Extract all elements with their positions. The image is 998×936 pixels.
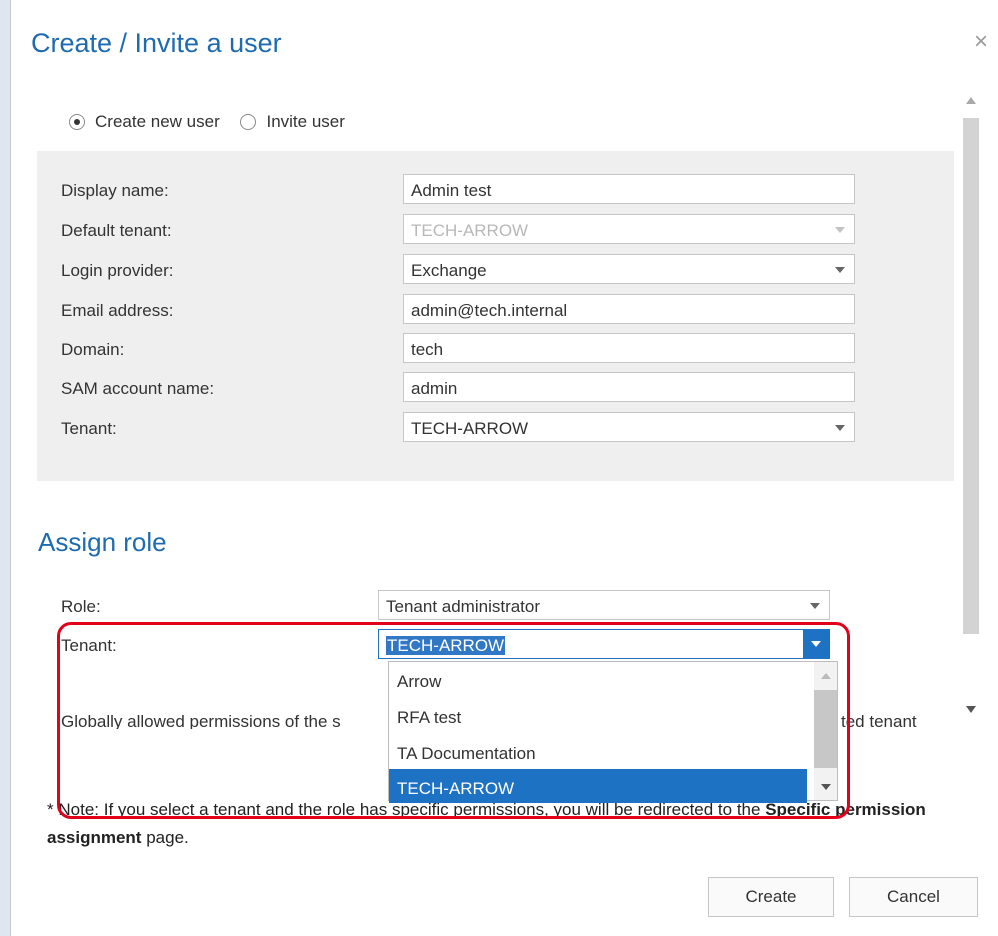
chevron-down-icon[interactable] (810, 603, 820, 609)
mode-radio-group: Create new user Invite user (69, 112, 361, 135)
scroll-up-arrow-icon[interactable] (966, 97, 976, 104)
dialog-title: Create / Invite a user (31, 28, 282, 58)
login-provider-row: Login provider: Exchange (61, 254, 941, 288)
login-provider-select[interactable]: Exchange (403, 254, 855, 284)
create-button[interactable]: Create (708, 877, 834, 917)
display-name-row: Display name: Admin test (61, 174, 941, 208)
radio-create-new-user[interactable]: Create new user (69, 112, 220, 132)
sam-account-row: SAM account name: admin (61, 372, 941, 406)
display-name-label: Display name: (61, 181, 169, 200)
login-provider-label: Login provider: (61, 261, 174, 280)
tenant-row: Tenant: TECH-ARROW (61, 412, 941, 446)
chevron-down-icon[interactable] (835, 425, 845, 431)
tenant-value: TECH-ARROW (411, 419, 529, 438)
chevron-down-icon (835, 227, 845, 233)
email-field[interactable]: admin@tech.internal (403, 294, 855, 324)
role-label: Role: (61, 597, 101, 616)
role-select[interactable]: Tenant administrator (378, 590, 830, 620)
radio-unselected-icon[interactable] (240, 114, 257, 130)
default-tenant-value: TECH-ARROW (411, 221, 529, 240)
tenant-select[interactable]: TECH-ARROW (403, 412, 855, 442)
sam-account-field[interactable]: admin (403, 372, 855, 402)
email-row: Email address: admin@tech.internal (61, 294, 941, 328)
scrollbar-thumb[interactable] (963, 118, 979, 634)
global-permissions-text-right: ted tenant (841, 715, 917, 729)
radio-label-invite: Invite user (266, 112, 345, 131)
domain-field[interactable]: tech (403, 333, 855, 363)
note-marker: * (47, 800, 54, 819)
login-provider-value: Exchange (411, 261, 487, 280)
sam-account-label: SAM account name: (61, 379, 215, 398)
radio-label-create: Create new user (95, 112, 220, 131)
chevron-down-icon[interactable] (835, 267, 845, 273)
create-invite-user-dialog: Create / Invite a user × Create new user… (10, 0, 998, 936)
domain-label: Domain: (61, 340, 125, 359)
close-icon[interactable]: × (974, 30, 988, 54)
radio-selected-icon[interactable] (69, 114, 85, 130)
domain-row: Domain: tech (61, 333, 941, 367)
note-suffix: page. (141, 828, 189, 847)
radio-invite-user[interactable]: Invite user (240, 112, 345, 132)
default-tenant-row: Default tenant: TECH-ARROW (61, 214, 941, 248)
assign-role-heading: Assign role (38, 527, 167, 557)
scroll-down-arrow-icon[interactable] (966, 706, 976, 713)
default-tenant-select: TECH-ARROW (403, 214, 855, 244)
tenant-label: Tenant: (61, 419, 117, 438)
default-tenant-label: Default tenant: (61, 221, 172, 240)
email-label: Email address: (61, 301, 174, 320)
user-details-panel: Display name: Admin test Default tenant:… (37, 151, 954, 481)
role-value: Tenant administrator (386, 597, 541, 616)
role-row: Role: Tenant administrator (61, 590, 941, 624)
red-highlight-box (57, 622, 850, 819)
display-name-field[interactable]: Admin test (403, 174, 855, 204)
cancel-button[interactable]: Cancel (849, 877, 978, 917)
